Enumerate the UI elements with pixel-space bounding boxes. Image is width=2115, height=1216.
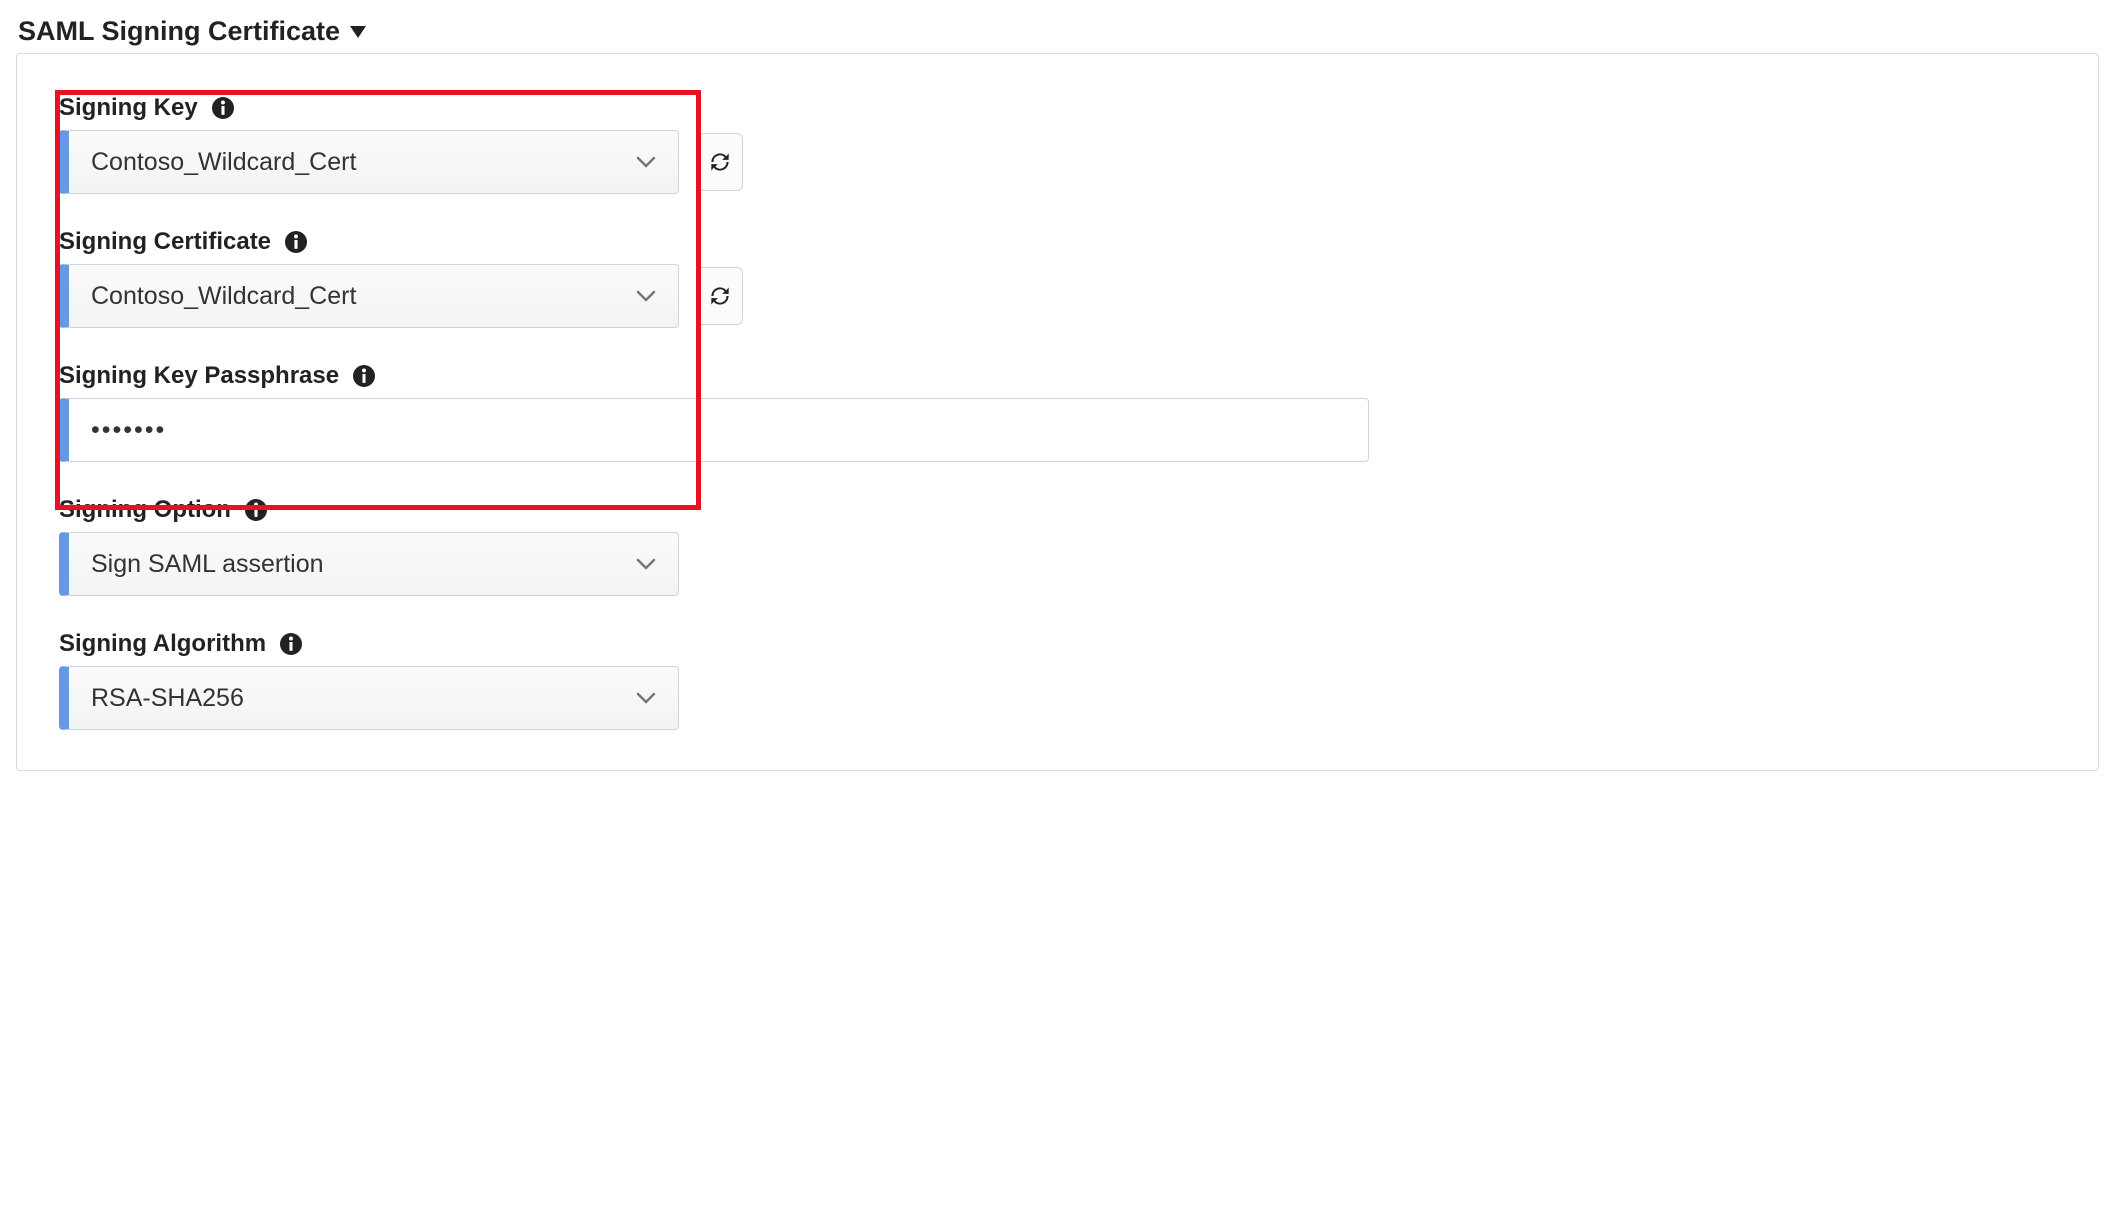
signing-certificate-select[interactable]: Contoso_Wildcard_Cert <box>59 264 679 328</box>
info-icon[interactable] <box>353 365 375 387</box>
signing-option-label: Signing Option <box>59 496 231 524</box>
refresh-icon <box>707 149 733 175</box>
chevron-down-icon <box>636 156 656 168</box>
info-icon[interactable] <box>280 633 302 655</box>
signing-algorithm-label-row: Signing Algorithm <box>59 630 2056 658</box>
signing-key-select[interactable]: Contoso_Wildcard_Cert <box>59 130 679 194</box>
signing-key-label: Signing Key <box>59 94 198 122</box>
section-title: SAML Signing Certificate <box>18 16 340 47</box>
signing-certificate-value: Contoso_Wildcard_Cert <box>91 282 356 311</box>
signing-certificate-label-row: Signing Certificate <box>59 228 2056 256</box>
form-group-signing-algorithm: Signing Algorithm RSA-SHA256 <box>59 630 2056 730</box>
saml-signing-panel: Signing Key Contoso_Wildcard_Cert Signin… <box>16 53 2099 771</box>
signing-certificate-label: Signing Certificate <box>59 228 271 256</box>
info-icon[interactable] <box>212 97 234 119</box>
signing-algorithm-label: Signing Algorithm <box>59 630 266 658</box>
form-group-signing-key-passphrase: Signing Key Passphrase <box>59 362 2056 462</box>
signing-key-value: Contoso_Wildcard_Cert <box>91 148 356 177</box>
signing-option-value: Sign SAML assertion <box>91 550 324 579</box>
signing-key-label-row: Signing Key <box>59 94 2056 122</box>
info-icon[interactable] <box>285 231 307 253</box>
section-header[interactable]: SAML Signing Certificate <box>16 16 2099 47</box>
signing-option-select[interactable]: Sign SAML assertion <box>59 532 679 596</box>
caret-down-icon <box>350 26 366 38</box>
form-group-signing-certificate: Signing Certificate Contoso_Wildcard_Cer… <box>59 228 2056 328</box>
chevron-down-icon <box>636 290 656 302</box>
chevron-down-icon <box>636 558 656 570</box>
form-group-signing-key: Signing Key Contoso_Wildcard_Cert <box>59 94 2056 194</box>
signing-option-label-row: Signing Option <box>59 496 2056 524</box>
signing-certificate-refresh-button[interactable] <box>697 267 743 325</box>
signing-key-passphrase-input[interactable] <box>59 398 1369 462</box>
info-icon[interactable] <box>245 499 267 521</box>
signing-algorithm-value: RSA-SHA256 <box>91 684 244 713</box>
form-group-signing-option: Signing Option Sign SAML assertion <box>59 496 2056 596</box>
signing-key-passphrase-label: Signing Key Passphrase <box>59 362 339 390</box>
signing-algorithm-select[interactable]: RSA-SHA256 <box>59 666 679 730</box>
signing-key-passphrase-label-row: Signing Key Passphrase <box>59 362 2056 390</box>
chevron-down-icon <box>636 692 656 704</box>
signing-key-refresh-button[interactable] <box>697 133 743 191</box>
refresh-icon <box>707 283 733 309</box>
